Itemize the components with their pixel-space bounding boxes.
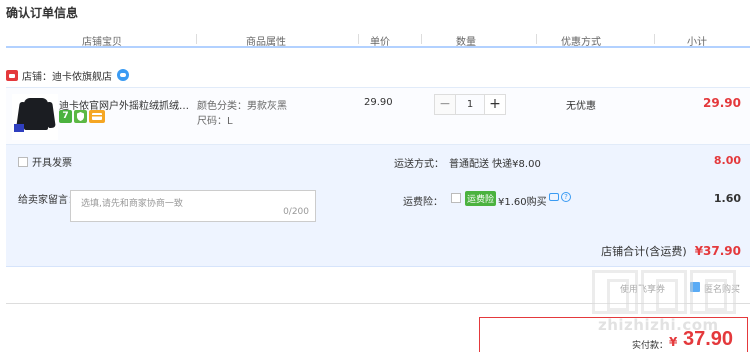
question-icon[interactable]: ? <box>561 192 571 202</box>
watermark-domain: zhizhizhi.com <box>598 316 719 334</box>
watermark-logo <box>592 270 748 314</box>
shipping-method-select[interactable]: 普通配送 快递¥8.00 <box>449 155 541 170</box>
shop-name-link[interactable]: 店铺：迪卡侬旗舰店 <box>22 68 112 83</box>
shipping-label: 运送方式： <box>394 159 444 170</box>
shipping-insurance-tag: 运费险 <box>465 191 497 206</box>
message-placeholder: 选填,请先和商家协商一致 <box>81 199 183 209</box>
col-attributes: 商品属性 <box>246 37 286 48</box>
order-options-panel: 开具发票 运送方式： 普通配送 快递¥8.00 8.00 给卖家留言： 选填,请… <box>6 145 750 267</box>
column-header: 店铺宝贝 商品属性 单价 数量 优惠方式 小计 <box>6 30 750 48</box>
quantity-stepper: − 1 + <box>434 94 506 115</box>
message-char-count: 0/200 <box>283 207 309 217</box>
discount-method: 无优惠 <box>566 101 596 112</box>
shipping-cost: 8.00 <box>713 154 741 167</box>
shipping-insurance-checkbox[interactable] <box>451 193 461 203</box>
product-color-attr: 颜色分类：男款灰黑 <box>197 101 287 112</box>
col-divider <box>196 34 197 44</box>
col-discount: 优惠方式 <box>561 37 601 48</box>
service-badges: 7 <box>59 110 105 123</box>
unit-price: 29.90 <box>364 97 393 108</box>
seven-day-return-icon[interactable]: 7 <box>59 110 72 123</box>
chat-icon[interactable] <box>549 193 559 201</box>
insurance-help-icons: ? <box>549 192 571 202</box>
watermark-glyph <box>592 270 638 314</box>
shop-total-value: ¥37.90 <box>694 244 741 258</box>
shipping-insurance-label: 运费险： <box>403 197 443 208</box>
col-divider <box>654 34 655 44</box>
order-item-row: 迪卡侬官网户外摇粒绒抓绒衣套头抓绒衫 7 颜色分类：男款灰黑 尺码：L 29.9… <box>6 87 750 145</box>
invoice-label: 开具发票 <box>32 158 72 169</box>
shirt-body <box>24 98 48 130</box>
seller-message-input[interactable]: 选填,请先和商家协商一致 0/200 <box>70 190 316 222</box>
watermark-glyph <box>690 270 736 314</box>
page-title: 确认订单信息 <box>6 6 79 20</box>
item-subtotal: 29.90 <box>703 96 741 110</box>
col-shop-item: 店铺宝贝 <box>82 37 122 48</box>
col-divider <box>358 34 359 44</box>
shop-total-label: 店铺合计(含运费) <box>601 245 687 258</box>
col-divider <box>421 34 422 44</box>
quantity-input[interactable]: 1 <box>456 94 484 115</box>
seller-message-label: 给卖家留言： <box>18 195 78 206</box>
product-size-attr: 尺码：L <box>197 116 233 127</box>
quantity-decrease-button[interactable]: − <box>434 94 456 115</box>
credit-card-icon[interactable] <box>89 110 105 123</box>
shipping-insurance-price: ¥1.60购买 <box>498 197 547 208</box>
col-unit-price: 单价 <box>370 37 390 48</box>
product-tag <box>14 124 24 132</box>
shop-total: 店铺合计(含运费) ¥37.90 <box>601 243 741 259</box>
shipping-insurance-cost: 1.60 <box>713 192 741 205</box>
quantity-increase-button[interactable]: + <box>484 94 506 115</box>
product-thumbnail[interactable] <box>12 94 58 140</box>
col-subtotal: 小计 <box>687 37 707 48</box>
watermark-glyph <box>641 270 687 314</box>
col-quantity: 数量 <box>456 37 476 48</box>
col-divider <box>536 34 537 44</box>
watermark: zhizhizhi.com <box>592 270 748 344</box>
chat-wangwang-icon[interactable] <box>117 69 129 81</box>
invoice-option[interactable]: 开具发票 <box>18 154 72 169</box>
shop-row: 店铺：迪卡侬旗舰店 <box>6 68 129 83</box>
invoice-checkbox[interactable] <box>18 156 28 167</box>
store-icon <box>6 69 18 81</box>
shield-icon[interactable] <box>74 110 87 123</box>
